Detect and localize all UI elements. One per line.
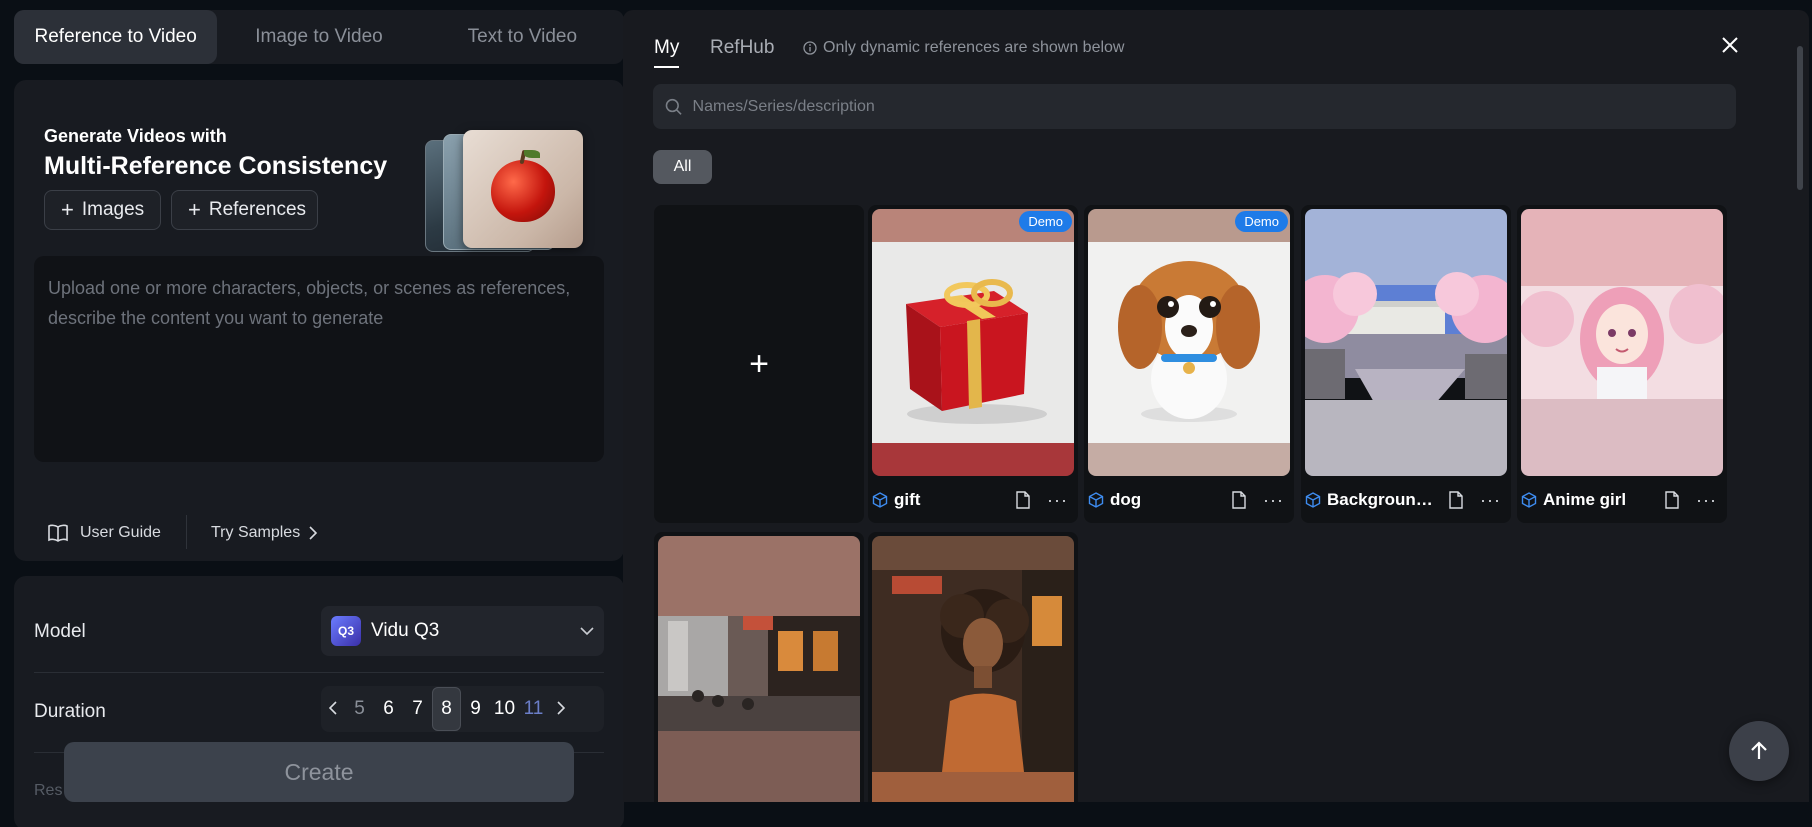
- add-references-button[interactable]: + References: [171, 190, 318, 230]
- plus-icon: +: [749, 344, 769, 383]
- mode-tabs: Reference to Video Image to Video Text t…: [14, 10, 624, 64]
- tab-text-to-video[interactable]: Text to Video: [421, 10, 624, 64]
- cube-icon: [1521, 492, 1537, 508]
- card-footer: gift ···: [872, 485, 1074, 515]
- duration-label: Duration: [34, 701, 106, 722]
- reference-name: dog: [1110, 490, 1142, 509]
- model-value: Vidu Q3: [371, 620, 440, 641]
- close-icon: [1722, 37, 1738, 53]
- reference-name: Background-h...: [1327, 490, 1443, 509]
- tab-refhub[interactable]: RefHub: [710, 37, 774, 59]
- dynamic-references-hint: Only dynamic references are shown below: [803, 39, 1124, 57]
- prompt-textarea[interactable]: Upload one or more characters, objects, …: [34, 256, 604, 462]
- resolution-label-partial: Res: [34, 782, 63, 799]
- demo-badge: Demo: [1019, 211, 1072, 232]
- duration-next-button[interactable]: [548, 699, 572, 720]
- reference-name: Anime girl: [1543, 490, 1627, 509]
- document-icon[interactable]: [1664, 491, 1680, 509]
- chevron-left-icon: [328, 700, 337, 715]
- plus-icon: +: [61, 197, 74, 222]
- hint-text: Only dynamic references are shown below: [823, 39, 1125, 56]
- reference-card-gift[interactable]: Demo gift ···: [868, 205, 1078, 523]
- apple-image: [463, 130, 583, 248]
- background-thumbnail: [1305, 209, 1507, 476]
- dog-thumbnail: [1088, 209, 1290, 476]
- promo-subtitle: Generate Videos with: [44, 126, 227, 146]
- model-label: Model: [34, 621, 86, 642]
- document-icon[interactable]: [1448, 491, 1464, 509]
- reference-card-anime-girl[interactable]: Anime girl ···: [1517, 205, 1727, 523]
- add-images-button[interactable]: + Images: [44, 190, 161, 230]
- promo-title: Multi-Reference Consistency: [44, 152, 388, 180]
- book-icon: [48, 524, 68, 542]
- duration-option[interactable]: 7: [403, 698, 432, 720]
- add-images-label: Images: [81, 199, 145, 220]
- left-panel: Reference to Video Image to Video Text t…: [14, 10, 624, 827]
- chevron-down-icon: [580, 627, 594, 636]
- reference-card-dog[interactable]: Demo dog ···: [1084, 205, 1294, 523]
- gift-thumbnail: [872, 209, 1074, 476]
- chevron-right-icon: [556, 700, 565, 715]
- document-icon[interactable]: [1015, 491, 1031, 509]
- add-references-label: References: [208, 199, 307, 220]
- duration-stepper: 5 6 7 8 9 10 11: [321, 686, 604, 732]
- more-options-icon[interactable]: ···: [1047, 490, 1068, 511]
- info-icon: [803, 41, 817, 55]
- duration-option[interactable]: 11: [519, 698, 548, 720]
- card-footer: Anime girl ···: [1521, 485, 1723, 515]
- create-button[interactable]: Create: [64, 742, 574, 802]
- demo-badge: Demo: [1235, 211, 1288, 232]
- duration-option[interactable]: 10: [490, 698, 519, 720]
- user-guide-label: User Guide: [80, 524, 161, 541]
- duration-option[interactable]: 5: [345, 698, 374, 720]
- add-reference-card[interactable]: +: [654, 205, 864, 523]
- reference-card: Generate Videos with Multi-Reference Con…: [14, 80, 624, 561]
- tab-reference-to-video[interactable]: Reference to Video: [14, 10, 218, 64]
- search-icon: [665, 98, 682, 115]
- arrow-up-icon: [1751, 741, 1767, 759]
- reference-card-woman[interactable]: [868, 532, 1078, 802]
- filter-all-chip[interactable]: All: [653, 150, 712, 184]
- duration-option-selected[interactable]: 8: [432, 687, 461, 731]
- cube-icon: [1305, 492, 1321, 508]
- reference-card-street[interactable]: [654, 532, 864, 802]
- chevron-right-icon: [309, 526, 318, 540]
- links-divider: [186, 515, 187, 549]
- reference-library-drawer: My RefHub Only dynamic references are sh…: [623, 10, 1809, 802]
- more-options-icon[interactable]: ···: [1480, 490, 1501, 511]
- cube-icon: [872, 492, 888, 508]
- duration-option[interactable]: 9: [461, 698, 490, 720]
- user-guide-link[interactable]: User Guide: [48, 524, 161, 542]
- duration-prev-button[interactable]: [321, 699, 345, 720]
- plus-icon: +: [188, 197, 201, 222]
- tab-my[interactable]: My: [654, 37, 680, 68]
- settings-divider: [34, 672, 604, 673]
- reference-card-stack-illustration: [425, 130, 585, 252]
- vidu-q3-logo-icon: Q3: [331, 616, 361, 646]
- more-options-icon[interactable]: ···: [1263, 490, 1284, 511]
- cube-icon: [1088, 492, 1104, 508]
- reference-name: gift: [894, 490, 921, 509]
- anime-girl-thumbnail: [1521, 209, 1723, 476]
- tab-image-to-video[interactable]: Image to Video: [217, 10, 420, 64]
- try-samples-label: Try Samples: [211, 524, 301, 541]
- duration-option[interactable]: 6: [374, 698, 403, 720]
- search-bar: [653, 84, 1736, 129]
- woman-thumbnail: [872, 536, 1074, 802]
- street-thumbnail: [658, 536, 860, 802]
- try-samples-link[interactable]: Try Samples: [211, 524, 318, 542]
- drawer-scrollbar[interactable]: [1797, 46, 1803, 190]
- search-input[interactable]: [692, 97, 1724, 116]
- close-button[interactable]: [1717, 32, 1743, 58]
- document-icon[interactable]: [1231, 491, 1247, 509]
- more-options-icon[interactable]: ···: [1696, 490, 1717, 511]
- model-dropdown[interactable]: Q3 Vidu Q3: [321, 606, 604, 656]
- reference-card-background[interactable]: Background-h... ···: [1301, 205, 1511, 523]
- card-footer: Background-h... ···: [1305, 485, 1507, 515]
- back-to-top-button[interactable]: [1729, 721, 1789, 781]
- card-footer: dog ···: [1088, 485, 1290, 515]
